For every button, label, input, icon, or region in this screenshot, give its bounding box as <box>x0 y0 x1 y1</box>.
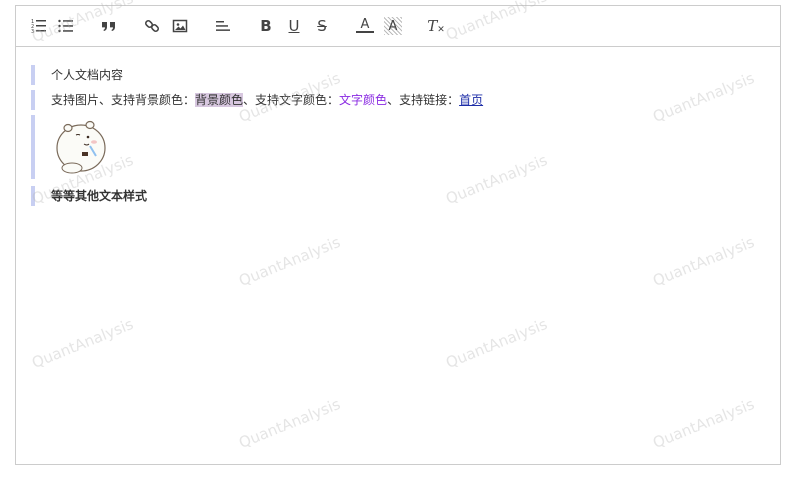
clear-format-icon[interactable]: T ✕ <box>427 17 445 35</box>
editor-toolbar: 123 B U S A A T ✕ <box>16 6 780 47</box>
blockquote-line-4: 等等其他文本样式 <box>31 186 147 206</box>
home-link[interactable]: 首页 <box>459 93 483 107</box>
text-support-link: 、支持链接： <box>387 93 460 107</box>
bold-icon[interactable]: B <box>257 17 275 35</box>
blockquote-line-2: 支持图片、支持背景颜色：背景颜色、支持文字颜色：文字颜色、支持链接：首页 <box>31 90 483 110</box>
link-icon[interactable] <box>143 17 161 35</box>
align-left-icon[interactable] <box>214 17 232 35</box>
background-color-icon[interactable]: A <box>384 17 402 35</box>
text-support-images: 支持图片、支持背景颜色： <box>51 93 196 107</box>
blockquote-line-1: 个人文档内容 <box>31 65 123 85</box>
font-color-icon[interactable]: A <box>356 17 374 33</box>
clear-format-label: T <box>427 16 438 35</box>
strikethrough-icon[interactable]: S <box>313 17 331 35</box>
rich-text-editor[interactable]: 123 B U S A A T ✕ 个人文档内容 支持图片、支持背景颜色：背景颜… <box>15 5 781 465</box>
svg-text:3: 3 <box>31 29 34 34</box>
text-other-styles: 等等其他文本样式 <box>51 189 148 203</box>
bear-sticker-image <box>48 116 112 178</box>
text-personal-content: 个人文档内容 <box>51 68 124 82</box>
highlighted-text: 背景颜色 <box>195 93 244 107</box>
close-icon: ✕ <box>437 24 445 35</box>
text-support-color: 、支持文字颜色： <box>243 93 340 107</box>
colored-text: 文字颜色 <box>339 93 388 107</box>
ordered-list-icon[interactable]: 123 <box>30 17 48 35</box>
unordered-list-icon[interactable] <box>57 17 75 35</box>
image-icon[interactable] <box>171 17 189 35</box>
editor-content[interactable]: 个人文档内容 支持图片、支持背景颜色：背景颜色、支持文字颜色：文字颜色、支持链接… <box>16 47 780 464</box>
underline-icon[interactable]: U <box>285 17 303 35</box>
blockquote-icon[interactable] <box>100 17 118 35</box>
